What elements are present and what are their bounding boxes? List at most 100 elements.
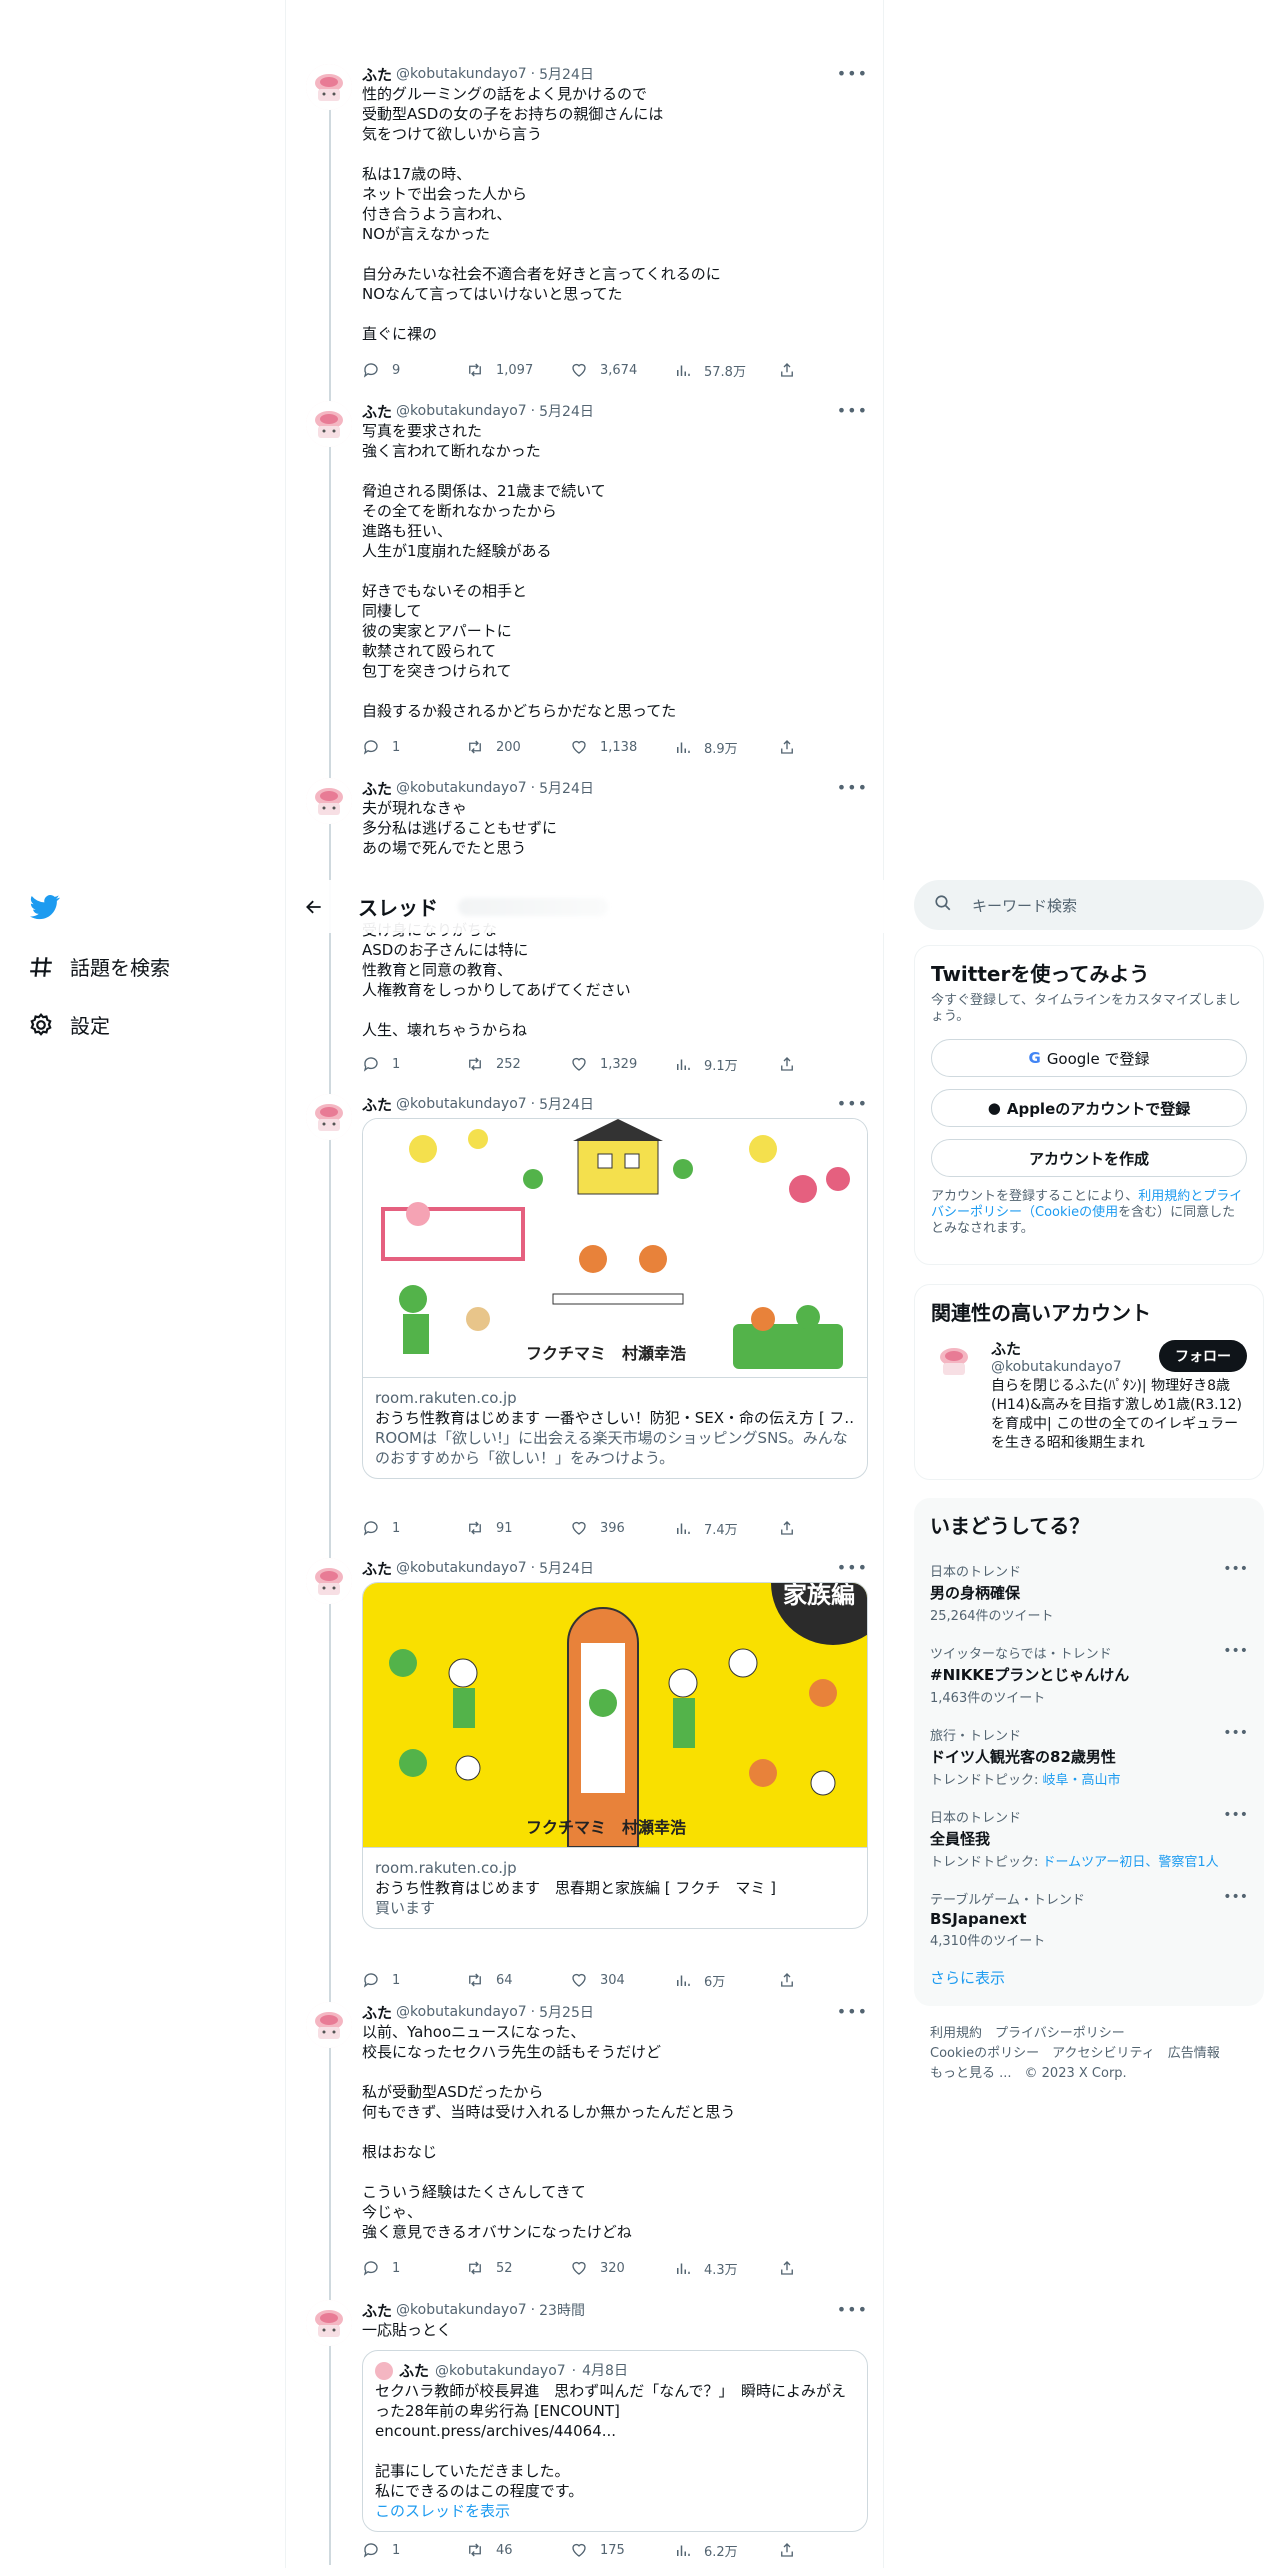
quoted-tweet[interactable]: ふた @kobutakundayo7 · 4月8日 セクハラ教師が校長昇進 思わず叫ん…	[362, 2350, 868, 2532]
more-icon[interactable]: •••	[837, 778, 868, 797]
author-handle[interactable]: @kobutakundayo7	[396, 1560, 527, 1576]
like-button[interactable]: 175	[570, 2540, 670, 2560]
share-button[interactable]	[778, 2258, 798, 2278]
share-button[interactable]	[778, 360, 798, 380]
tweet-date[interactable]: 5月24日	[539, 778, 594, 798]
search-input[interactable]: キーワード検索	[914, 880, 1264, 930]
reply-button[interactable]: 1	[362, 1970, 462, 1990]
more-icon[interactable]: •••	[1223, 1561, 1248, 1577]
views-button[interactable]: 9.1万	[674, 1054, 774, 1074]
trend-item[interactable]: ツイッターならでは・トレンド #NIKKEプランとじゃんけん 1,463件のツイート…	[914, 1633, 1264, 1715]
apple-signup-button[interactable]: ● Appleのアカウントで登録	[931, 1089, 1247, 1127]
retweet-button[interactable]: 200	[466, 737, 566, 757]
trend-item[interactable]: テーブルゲーム・トレンド BSJapanext 4,310件のツイート •••	[914, 1879, 1264, 1961]
tweet-date[interactable]: 5月25日	[539, 2002, 594, 2022]
google-signup-button[interactable]: G Google で登録	[931, 1039, 1247, 1077]
like-button[interactable]: 320	[570, 2258, 670, 2278]
share-button[interactable]	[778, 1054, 798, 1074]
twitter-logo-icon[interactable]	[30, 892, 60, 926]
more-icon[interactable]: •••	[837, 401, 868, 420]
reply-button[interactable]: 1	[362, 2258, 462, 2278]
views-button[interactable]: 7.4万	[674, 1518, 774, 1538]
retweet-button[interactable]: 64	[466, 1970, 566, 1990]
author-handle[interactable]: @kobutakundayo7	[396, 1096, 527, 1112]
avatar[interactable]	[306, 778, 352, 824]
trend-item[interactable]: 旅行・トレンド ドイツ人観光客の82歳男性 トレンドトピック: 岐阜・高山市 •••	[914, 1715, 1264, 1797]
show-thread-link[interactable]: このスレッドを表示	[375, 2501, 855, 2521]
avatar[interactable]	[306, 2002, 352, 2048]
views-button[interactable]: 6万	[674, 1970, 774, 1990]
reply-button[interactable]: 1	[362, 1054, 462, 1074]
views-button[interactable]: 8.9万	[674, 737, 774, 757]
retweet-button[interactable]: 46	[466, 2540, 566, 2560]
reply-button[interactable]: 1	[362, 1518, 462, 1538]
avatar[interactable]	[306, 64, 352, 110]
share-button[interactable]	[778, 737, 798, 757]
author-handle[interactable]: @kobutakundayo7	[396, 2302, 527, 2318]
views-button[interactable]: 4.3万	[674, 2258, 774, 2278]
more-icon[interactable]: •••	[837, 2002, 868, 2021]
related-account[interactable]: ふた @kobutakundayo7 フォロー 自らを閉じるふた(ﾊﾟﾀﾝ)| …	[915, 1338, 1263, 1453]
author-name[interactable]: ふた	[362, 1558, 392, 1579]
more-icon[interactable]: •••	[1223, 1725, 1248, 1741]
link-card[interactable]: フクチマミ 村瀬幸浩 room.rakuten.co.jp おうち性教育はじめま…	[362, 1118, 868, 1479]
follow-button[interactable]: フォロー	[1159, 1340, 1247, 1372]
tweet-date[interactable]: 23時間	[539, 2300, 585, 2320]
avatar[interactable]	[306, 1558, 352, 1604]
like-button[interactable]: 1,138	[570, 737, 670, 757]
retweet-button[interactable]: 91	[466, 1518, 566, 1538]
avatar[interactable]	[306, 1094, 352, 1140]
tweet-date[interactable]: 5月24日	[539, 1094, 594, 1114]
trend-topic-link[interactable]: ドームツアー初日、警察官1人	[1043, 1855, 1219, 1870]
nav-settings[interactable]: 設定	[28, 1010, 110, 1039]
link-card[interactable]: 家族編 フクチマミ 村瀬幸浩 room.rakuten.co.jp おうち性教育…	[362, 1582, 868, 1929]
more-icon[interactable]: •••	[837, 64, 868, 83]
create-account-button[interactable]: アカウントを作成	[931, 1139, 1247, 1177]
reply-button[interactable]: 9	[362, 360, 462, 380]
reply-button[interactable]: 1	[362, 737, 462, 757]
trend-item[interactable]: 日本のトレンド 全員怪我 トレンドトピック: ドームツアー初日、警察官1人 •••	[914, 1797, 1264, 1879]
more-icon[interactable]: •••	[837, 2300, 868, 2319]
author-name[interactable]: ふた	[362, 778, 392, 799]
author-name[interactable]: ふた	[362, 1094, 392, 1115]
share-button[interactable]	[778, 1518, 798, 1538]
more-icon[interactable]: •••	[837, 1094, 868, 1113]
share-button[interactable]	[778, 2540, 798, 2560]
more-icon[interactable]: •••	[1223, 1807, 1248, 1823]
trend-topic-link[interactable]: 岐阜・高山市	[1043, 1773, 1121, 1788]
trend-item[interactable]: 日本のトレンド 男の身柄確保 25,264件のツイート •••	[914, 1551, 1264, 1633]
more-icon[interactable]: •••	[1223, 1643, 1248, 1659]
share-button[interactable]	[778, 1970, 798, 1990]
views-button[interactable]: 6.2万	[674, 2540, 774, 2560]
views-button[interactable]: 57.8万	[674, 360, 774, 380]
show-more-link[interactable]: さらに表示	[914, 1961, 1264, 1994]
like-button[interactable]: 3,674	[570, 360, 670, 380]
tweet-date[interactable]: 5月24日	[539, 64, 594, 84]
author-name[interactable]: ふた	[362, 64, 392, 85]
footer-line-1[interactable]: 利用規約 プライバシーポリシー	[930, 2024, 1220, 2044]
tweet-date[interactable]: 5月24日	[539, 401, 594, 421]
avatar[interactable]	[306, 401, 352, 447]
author-name[interactable]: ふた	[362, 2300, 392, 2321]
author-handle[interactable]: @kobutakundayo7	[396, 403, 527, 419]
author-name[interactable]: ふた	[362, 401, 392, 422]
tweet-date[interactable]: 5月24日	[539, 1558, 594, 1578]
footer-line-3[interactable]: もっと見る ... © 2023 X Corp.	[930, 2064, 1220, 2084]
footer-line-2[interactable]: Cookieのポリシー アクセシビリティ 広告情報	[930, 2044, 1220, 2064]
back-arrow-icon[interactable]	[304, 897, 324, 917]
like-button[interactable]: 304	[570, 1970, 670, 1990]
more-icon[interactable]: •••	[1223, 1889, 1248, 1905]
retweet-button[interactable]: 52	[466, 2258, 566, 2278]
author-handle[interactable]: @kobutakundayo7	[396, 780, 527, 796]
like-button[interactable]: 1,329	[570, 1054, 670, 1074]
retweet-button[interactable]: 252	[466, 1054, 566, 1074]
author-handle[interactable]: @kobutakundayo7	[396, 66, 527, 82]
author-handle[interactable]: @kobutakundayo7	[396, 2004, 527, 2020]
avatar[interactable]	[306, 2300, 352, 2346]
author-name[interactable]: ふた	[362, 2002, 392, 2023]
reply-button[interactable]: 1	[362, 2540, 462, 2560]
nav-explore[interactable]: 話題を検索	[28, 952, 170, 981]
like-button[interactable]: 396	[570, 1518, 670, 1538]
more-icon[interactable]: •••	[837, 1558, 868, 1577]
retweet-button[interactable]: 1,097	[466, 360, 566, 380]
